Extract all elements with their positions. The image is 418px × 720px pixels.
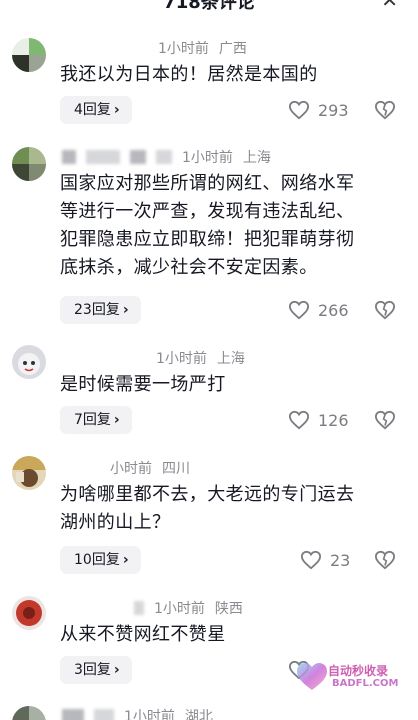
comment-time: 1小时前 (182, 150, 233, 166)
avatar[interactable] (12, 596, 46, 630)
dislike-button[interactable] (374, 300, 396, 320)
dislike-button[interactable] (374, 550, 396, 570)
comment-text-line: 我还以为日本的！居然是本国的 (60, 64, 318, 85)
heart-icon (288, 100, 310, 120)
comment-time: 1小时前 (124, 709, 175, 720)
close-icon[interactable]: ✕ (381, 0, 398, 12)
reply-count-label: 10回复 (74, 552, 120, 568)
comment-location: 四川 (162, 461, 190, 477)
reply-count-label: 7回复 (74, 412, 111, 428)
broken-heart-icon (374, 550, 396, 570)
username[interactable] (62, 41, 150, 57)
comment-meta: 1小时前 湖北 (62, 706, 213, 720)
chevron-right-icon: › (122, 302, 129, 318)
like-button[interactable]: 266 (288, 300, 349, 320)
comment-meta: 1小时前 上海 (62, 147, 271, 167)
comment-meta: 1小时前 上海 (62, 348, 245, 368)
watermark-logo: 自动秒收录 BADFL.COM (292, 656, 416, 696)
comment-meta: 小时前 四川 (62, 458, 190, 478)
dislike-button[interactable] (374, 100, 396, 120)
comment-text-line: 为啥哪里都不去，大老远的专门运去 (60, 484, 355, 505)
comment-meta: 1小时前 陕西 (62, 598, 243, 618)
broken-heart-icon (374, 100, 396, 120)
reply-count-label: 4回复 (74, 102, 111, 118)
comment-time: 1小时前 (156, 351, 207, 367)
like-count: 23 (330, 550, 351, 570)
comment-time: 1小时前 (154, 601, 205, 617)
comment-text-line: 是时候需要一场严打 (60, 374, 226, 395)
avatar[interactable] (12, 147, 46, 181)
comment-location: 陕西 (214, 601, 243, 617)
comment-time: 小时前 (110, 461, 152, 477)
comment-text-line: 底抹杀，减少社会不安定因素。 (60, 257, 318, 278)
view-replies-button[interactable]: 10回复 › (60, 546, 141, 574)
comment-text: 是时候需要一场严打 (60, 371, 410, 399)
comment-meta: 1小时前 广西 (62, 38, 247, 58)
like-count: 126 (318, 410, 349, 430)
watermark-url: BADFL.COM (332, 678, 399, 689)
comment-location: 广西 (218, 41, 247, 57)
view-replies-button[interactable]: 23回复 › (60, 296, 141, 324)
avatar[interactable] (12, 456, 46, 490)
view-replies-button[interactable]: 7回复 › (60, 406, 132, 434)
username[interactable] (62, 150, 76, 164)
comment-text: 国家应对那些所谓的网红、网络水军 等进行一次严查，发现有违法乱纪、 犯罪隐患应立… (60, 170, 410, 282)
like-button[interactable]: 293 (288, 100, 349, 120)
comment-text-line: 犯罪隐患应立即取缔！把犯罪萌芽彻 (60, 229, 355, 250)
avatar[interactable] (12, 706, 46, 720)
comment-text-line: 国家应对那些所谓的网红、网络水军 (60, 173, 355, 194)
avatar[interactable] (12, 38, 46, 72)
like-count: 293 (318, 100, 349, 120)
heart-icon (300, 550, 322, 570)
heart-icon (288, 300, 310, 320)
view-replies-button[interactable]: 3回复 › (60, 656, 132, 684)
like-button[interactable]: 23 (300, 550, 350, 570)
comment-text-line: 从来不赞网红不赞星 (60, 624, 226, 645)
username[interactable] (62, 461, 102, 477)
comment-location: 上海 (242, 150, 271, 166)
username[interactable] (62, 351, 148, 367)
comment-text: 从来不赞网红不赞星 (60, 621, 410, 649)
comment-location: 上海 (216, 351, 245, 367)
username[interactable] (62, 709, 84, 720)
chevron-right-icon: › (122, 552, 129, 568)
broken-heart-icon (374, 300, 396, 320)
username[interactable] (62, 601, 126, 617)
reply-count-label: 3回复 (74, 662, 111, 678)
heart-icon (288, 410, 310, 430)
chevron-right-icon: › (113, 662, 120, 678)
comment-text-line: 等进行一次严查，发现有违法乱纪、 (60, 201, 355, 222)
like-count: 266 (318, 300, 349, 320)
dislike-button[interactable] (374, 410, 396, 430)
reply-count-label: 23回复 (74, 302, 120, 318)
chevron-right-icon: › (113, 412, 120, 428)
watermark-icon (297, 663, 327, 690)
comments-header: 718条评论 ✕ (0, 0, 418, 13)
broken-heart-icon (374, 410, 396, 430)
comment-text: 为啥哪里都不去，大老远的专门运去 湖州的山上？ (60, 481, 410, 537)
watermark-text: 自动秒收录 (328, 664, 389, 678)
like-button[interactable]: 126 (288, 410, 349, 430)
comment-time: 1小时前 (158, 41, 209, 57)
chevron-right-icon: › (113, 102, 120, 118)
comments-count-title: 718条评论 (163, 0, 255, 13)
view-replies-button[interactable]: 4回复 › (60, 96, 132, 124)
avatar[interactable] (12, 345, 46, 379)
comment-location: 湖北 (184, 709, 213, 720)
comment-text-line: 湖州的山上？ (60, 512, 171, 533)
comment-text: 我还以为日本的！居然是本国的 (60, 61, 410, 89)
